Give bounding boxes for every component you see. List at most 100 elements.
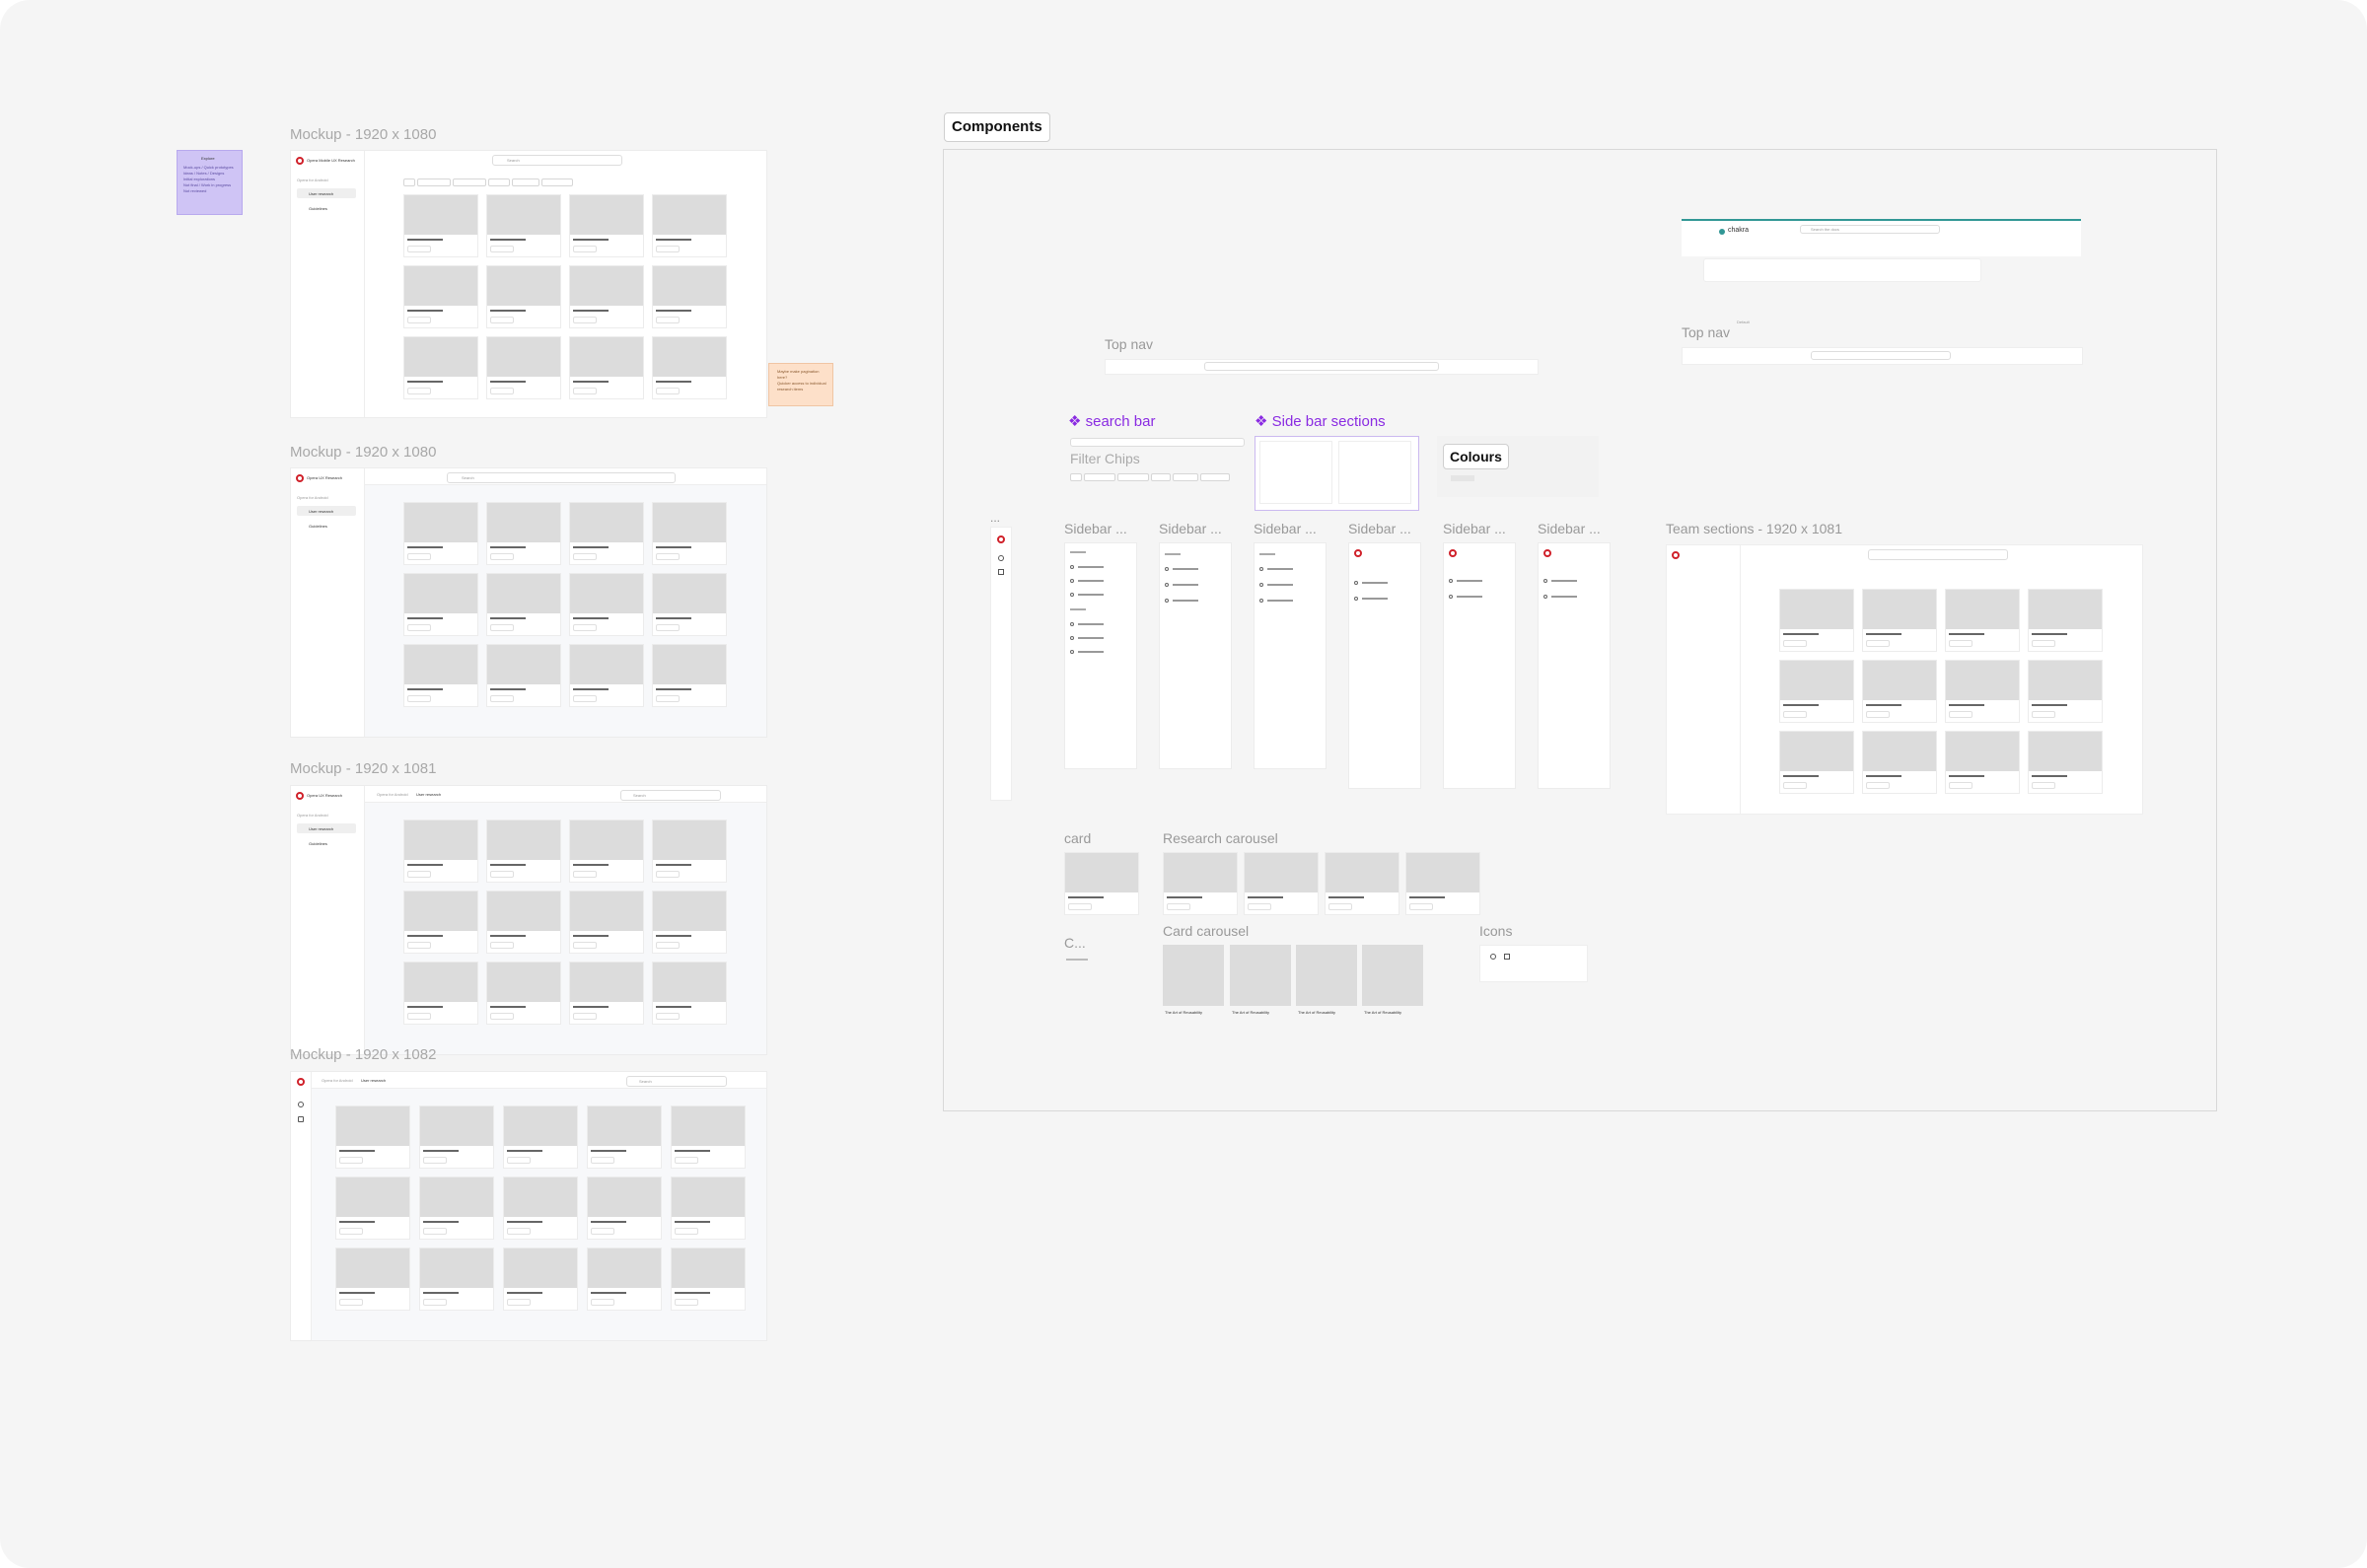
filter-chip[interactable] — [512, 178, 539, 186]
sidebar-variant[interactable] — [1348, 542, 1421, 789]
card-carousel-label[interactable]: Card carousel — [1163, 923, 1249, 939]
icons-label[interactable]: Icons — [1479, 923, 1512, 939]
research-card[interactable] — [2028, 660, 2103, 723]
sidebar-item-user-research[interactable]: User research — [297, 506, 356, 516]
sidebar-variant[interactable] — [1443, 542, 1516, 789]
sidebar-item-guidelines[interactable]: Guidelines — [297, 521, 356, 531]
search-input[interactable]: Search — [492, 155, 622, 166]
frame-label-mockup-2[interactable]: Mockup - 1920 x 1080 — [290, 444, 436, 461]
sidebar-item-user-research[interactable]: User research — [297, 188, 356, 198]
sidebar-variant[interactable] — [1538, 542, 1611, 789]
filter-chip[interactable] — [453, 178, 486, 186]
research-card[interactable] — [403, 502, 478, 565]
research-card[interactable] — [403, 194, 478, 257]
sidebar-item-guidelines[interactable]: Guidelines — [297, 203, 356, 213]
filter-chip[interactable] — [1151, 473, 1171, 481]
research-card[interactable] — [652, 573, 727, 636]
sidebar-variant-label[interactable]: Sidebar ... — [1348, 521, 1411, 536]
research-card[interactable] — [652, 336, 727, 399]
research-card[interactable] — [652, 820, 727, 883]
icon-rail[interactable] — [990, 527, 1012, 801]
filter-chip[interactable] — [1200, 473, 1230, 481]
breadcrumb-nav[interactable] — [1703, 258, 1981, 282]
filter-chips-label[interactable]: Filter Chips — [1070, 451, 1140, 466]
components-section[interactable]: Top nav chakra Search the docs Default T… — [943, 149, 2217, 1111]
research-card[interactable] — [652, 194, 727, 257]
card-label[interactable]: card — [1064, 830, 1091, 846]
sidebar-variant-label[interactable]: Sidebar ... — [1538, 521, 1601, 536]
colours-label[interactable]: Colours — [1443, 444, 1509, 469]
research-card[interactable] — [486, 265, 561, 328]
carousel-card[interactable] — [1362, 945, 1423, 1006]
search-input[interactable]: Search — [626, 1076, 727, 1087]
research-card[interactable] — [1325, 852, 1399, 915]
filter-chip[interactable] — [488, 178, 510, 186]
filter-chip[interactable] — [417, 178, 451, 186]
sticky-note-orange[interactable]: Maybe make pagination here? Quicker acce… — [768, 363, 833, 406]
research-card[interactable] — [1862, 589, 1937, 652]
research-card[interactable] — [503, 1247, 578, 1311]
figma-canvas[interactable]: Mockup - 1920 x 1080 Opera Mobile UX Res… — [0, 0, 2367, 1568]
top-nav-component-2[interactable] — [1682, 347, 2083, 365]
research-card[interactable] — [2028, 731, 2103, 794]
research-card[interactable] — [569, 502, 644, 565]
research-card[interactable] — [403, 962, 478, 1025]
research-card[interactable] — [569, 265, 644, 328]
breadcrumb-parent[interactable]: Opera for Android — [322, 1078, 353, 1083]
top-nav-label-2[interactable]: Top nav — [1682, 324, 1730, 340]
components-section-title[interactable]: Components — [944, 112, 1050, 142]
research-card[interactable] — [335, 1105, 410, 1169]
research-card[interactable] — [652, 644, 727, 707]
research-card[interactable] — [1163, 852, 1238, 915]
search-bar-component[interactable] — [1070, 438, 1245, 447]
search-input[interactable] — [1868, 549, 2008, 560]
research-card[interactable] — [569, 891, 644, 954]
search-bar-label[interactable]: ❖ search bar — [1068, 412, 1155, 430]
research-card[interactable] — [671, 1105, 746, 1169]
mockup-frame-4[interactable]: Opera for Android User research Search — [290, 1071, 767, 1341]
research-card[interactable] — [503, 1105, 578, 1169]
side-bar-sections-label[interactable]: ❖ Side bar sections — [1255, 412, 1386, 430]
sidebar-variant[interactable] — [1159, 542, 1232, 769]
research-card[interactable] — [419, 1105, 494, 1169]
research-card[interactable] — [1779, 589, 1854, 652]
search-input[interactable]: Search — [620, 790, 721, 801]
search-input[interactable]: Search — [447, 472, 676, 483]
research-card[interactable] — [569, 820, 644, 883]
research-card[interactable] — [569, 336, 644, 399]
research-card[interactable] — [1945, 660, 2020, 723]
research-card[interactable] — [486, 502, 561, 565]
research-card[interactable] — [652, 502, 727, 565]
colours-component[interactable]: Colours — [1437, 436, 1599, 497]
research-card[interactable] — [486, 644, 561, 707]
research-card[interactable] — [486, 820, 561, 883]
research-card[interactable] — [652, 891, 727, 954]
research-card[interactable] — [569, 644, 644, 707]
research-card[interactable] — [1862, 731, 1937, 794]
sticky-note-purple[interactable]: Explore Mock-ups / Quick prototypes Idea… — [177, 150, 243, 215]
research-card[interactable] — [486, 573, 561, 636]
mockup-frame-1[interactable]: Opera Mobile UX Research Opera for Andro… — [290, 150, 767, 418]
chakra-search-input[interactable]: Search the docs — [1800, 225, 1940, 234]
research-card[interactable] — [403, 336, 478, 399]
frame-label-mockup-3[interactable]: Mockup - 1920 x 1081 — [290, 760, 436, 777]
research-card[interactable] — [403, 644, 478, 707]
mockup-frame-2[interactable]: Opera UX Research Opera for Android User… — [290, 467, 767, 738]
research-card[interactable] — [1862, 660, 1937, 723]
research-card[interactable] — [587, 1247, 662, 1311]
research-card[interactable] — [419, 1176, 494, 1240]
research-card[interactable] — [1945, 731, 2020, 794]
filter-chip[interactable] — [1117, 473, 1149, 481]
user-icon[interactable] — [298, 1102, 304, 1107]
filter-chip[interactable] — [1173, 473, 1198, 481]
side-bar-sections-component[interactable] — [1255, 436, 1419, 511]
research-card[interactable] — [652, 962, 727, 1025]
sidebar-variant[interactable] — [1064, 542, 1137, 769]
carousel-card[interactable] — [1230, 945, 1291, 1006]
search-input[interactable] — [1204, 362, 1439, 371]
research-card[interactable] — [419, 1247, 494, 1311]
user-icon[interactable] — [998, 555, 1004, 561]
research-card[interactable] — [403, 573, 478, 636]
filter-chip[interactable] — [1084, 473, 1115, 481]
research-carousel-label[interactable]: Research carousel — [1163, 830, 1278, 846]
